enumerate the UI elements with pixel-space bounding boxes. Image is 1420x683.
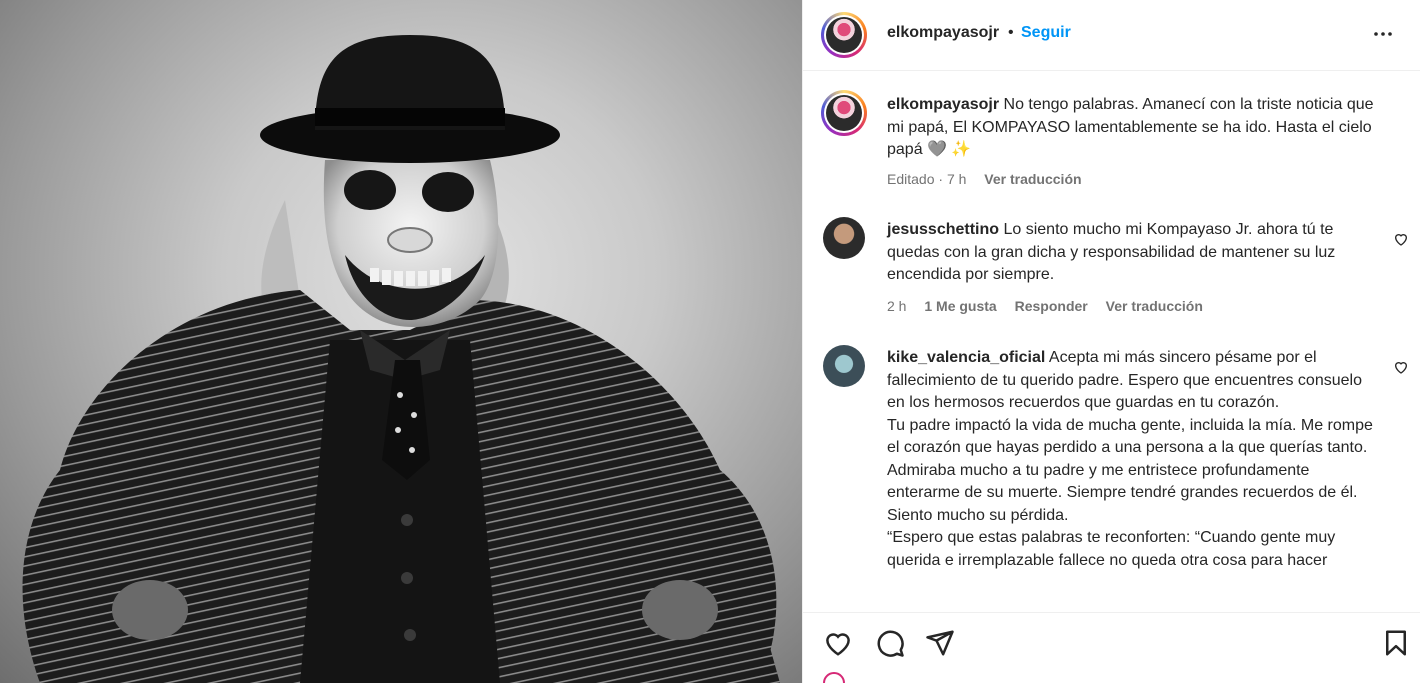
comment-like-heart-icon[interactable] — [1393, 359, 1409, 375]
comment-paragraph: “Espero que estas palabras te reconforte… — [887, 529, 1336, 569]
liker-avatar[interactable] — [823, 672, 845, 683]
send-icon[interactable] — [925, 628, 955, 658]
commenter-username[interactable]: kike_valencia_oficial — [887, 349, 1045, 366]
commenter-username[interactable]: jesusschettino — [887, 221, 999, 238]
caption-username[interactable]: elkompayasojr — [887, 96, 999, 113]
clown-portrait-image — [22, 35, 780, 683]
commenter-avatar[interactable] — [823, 345, 865, 387]
comments-list[interactable]: elkompayasojr No tengo palabras. Amanecí… — [803, 72, 1420, 612]
bookmark-icon[interactable] — [1381, 628, 1411, 658]
comment-time: 2 h — [887, 298, 907, 314]
comment-translate-link[interactable]: Ver traducción — [1106, 298, 1203, 314]
post-header: elkompayasojr • Seguir — [803, 0, 1420, 71]
follow-button[interactable]: Seguir — [1021, 24, 1071, 42]
author-avatar[interactable] — [821, 12, 867, 58]
more-horizontal-icon[interactable] — [1371, 22, 1395, 46]
edited-label: Editado · 7 h — [887, 171, 967, 187]
caption-text-block: elkompayasojr No tengo palabras. Amanecí… — [887, 94, 1377, 162]
comment-meta: 2 h 1 Me gusta Responder Ver traducción — [887, 298, 1217, 314]
caption-meta: Editado · 7 h Ver traducción — [887, 171, 1096, 187]
comment-text-block: kike_valencia_oficial Acepta mi más sinc… — [887, 347, 1379, 572]
comment-icon[interactable] — [875, 628, 905, 658]
commenter-avatar[interactable] — [823, 217, 865, 259]
comment-paragraph: Tu padre impactó la vida de mucha gente,… — [887, 416, 1373, 457]
comment-like-heart-icon[interactable] — [1393, 231, 1409, 247]
author-username[interactable]: elkompayasojr — [887, 24, 999, 42]
caption-avatar[interactable] — [821, 90, 867, 136]
likes-summary — [823, 672, 1383, 683]
heart-icon[interactable] — [823, 628, 853, 658]
comment-paragraph: Admiraba mucho a tu padre y me entristec… — [887, 461, 1358, 524]
comment-likes[interactable]: 1 Me gusta — [924, 298, 996, 314]
caption-translate-link[interactable]: Ver traducción — [984, 171, 1081, 187]
post-photo[interactable] — [0, 0, 802, 683]
comment-text-block: jesusschettino Lo siento mucho mi Kompay… — [887, 219, 1387, 287]
post-side-panel: elkompayasojr • Seguir elkompayasojr No … — [802, 0, 1420, 683]
post-actions — [803, 612, 1420, 670]
separator-dot: • — [1008, 24, 1014, 41]
reply-button[interactable]: Responder — [1015, 298, 1088, 314]
